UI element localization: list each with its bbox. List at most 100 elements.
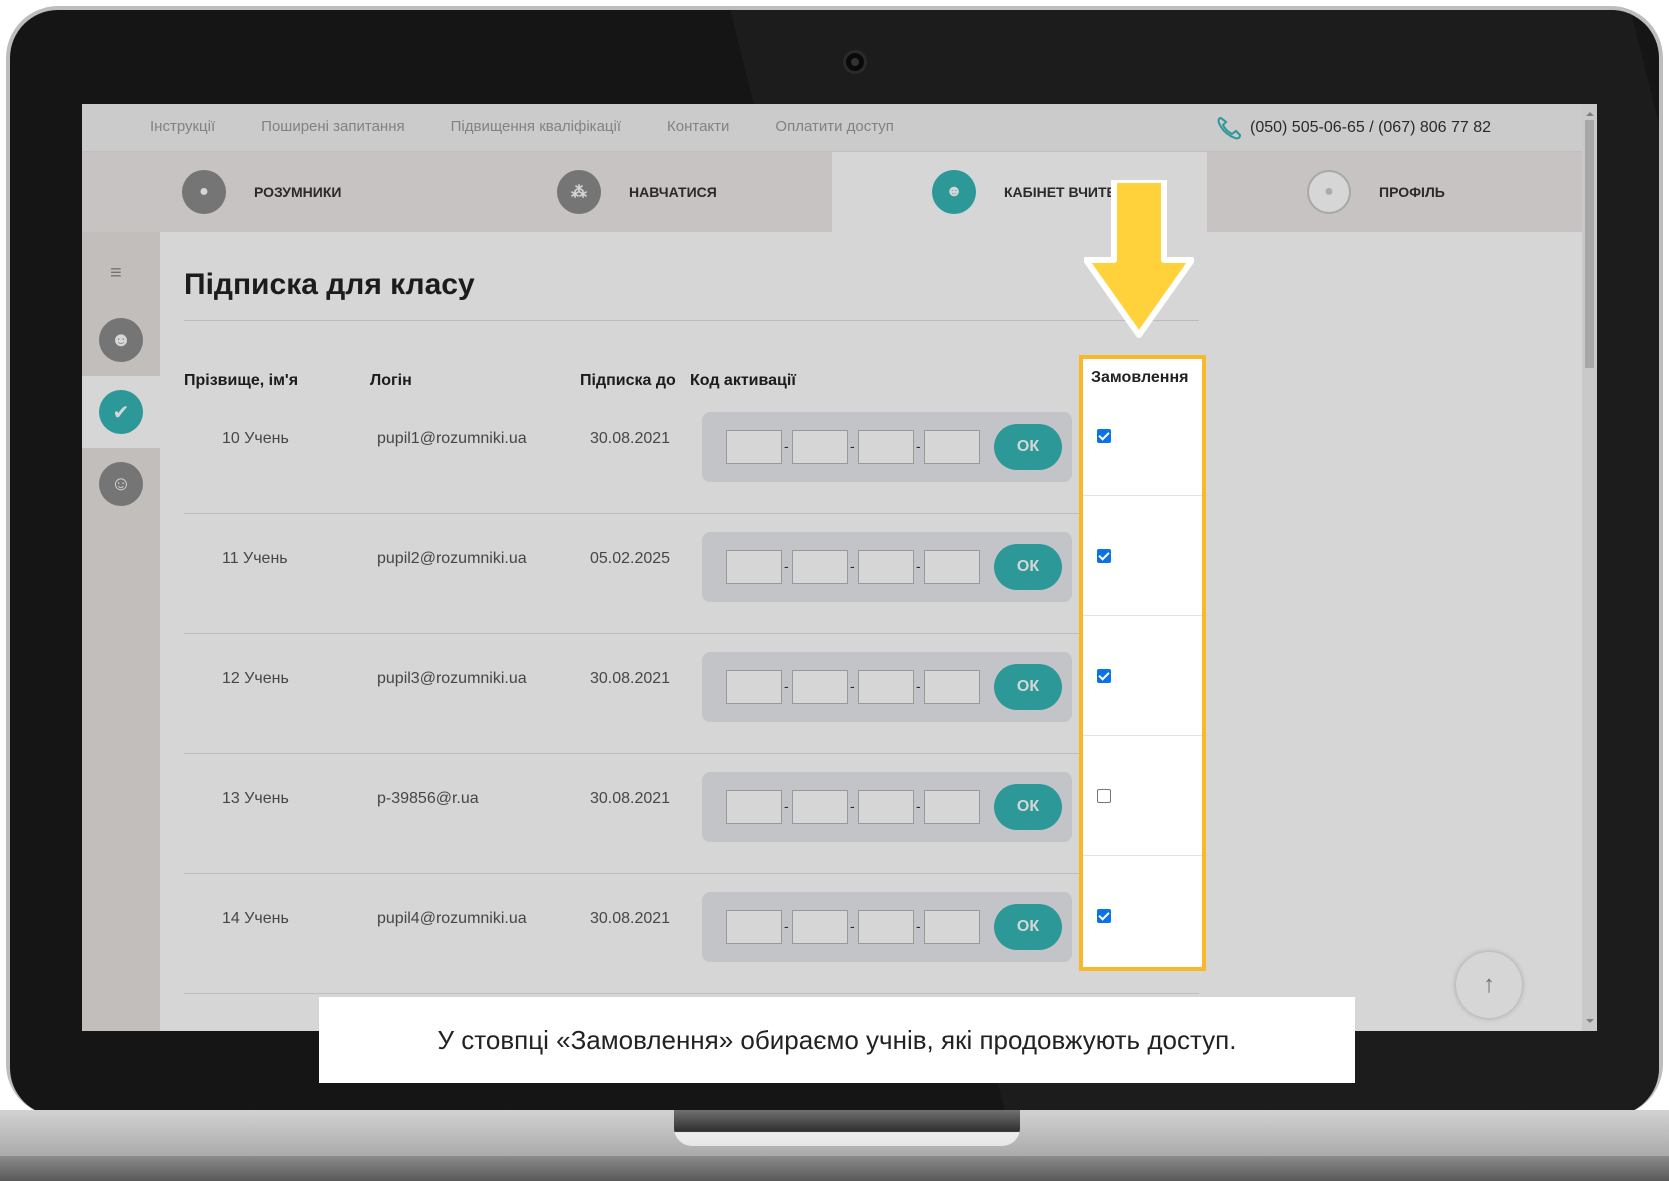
top-nav-link-faq[interactable]: Поширені запитання: [261, 118, 404, 135]
sidebar-item-teacher[interactable]: ☻: [82, 304, 160, 376]
code-field-4[interactable]: [924, 790, 980, 824]
top-nav-link-pay-access[interactable]: Оплатити доступ: [775, 118, 893, 135]
code-dash: -: [850, 678, 855, 694]
code-field-3[interactable]: [858, 910, 914, 944]
code-field-4[interactable]: [924, 670, 980, 704]
code-field-4[interactable]: [924, 430, 980, 464]
col-header-order: Замовлення: [1091, 369, 1189, 386]
activation-code-box: - - - ОК: [702, 892, 1072, 962]
code-dash: -: [916, 558, 921, 574]
avatar-icon: ●: [1307, 170, 1351, 214]
code-field-4[interactable]: [924, 910, 980, 944]
laptop-notch: [674, 1110, 1020, 1146]
code-dash: -: [916, 918, 921, 934]
owl-icon: ●: [182, 170, 226, 214]
sidebar-item-other[interactable]: ☺: [82, 448, 160, 520]
tab-rozumnyky[interactable]: ● РОЗУМНИКИ: [82, 152, 457, 232]
main-nav: ● РОЗУМНИКИ ⁂ НАВЧАТИСЯ ☻ КАБІНЕТ ВЧИТЕЛ…: [82, 152, 1582, 242]
order-checkbox[interactable]: [1097, 549, 1111, 563]
top-bar: Інструкції Поширені запитання Підвищення…: [82, 104, 1582, 152]
code-field-2[interactable]: [792, 790, 848, 824]
order-column-highlight: Замовлення: [1079, 355, 1206, 971]
arrow-down-icon: [1084, 180, 1194, 338]
code-field-3[interactable]: [858, 790, 914, 824]
hamburger-menu-icon[interactable]: ≡: [110, 262, 132, 285]
col-header-subscription: Підписка до: [580, 372, 676, 389]
code-field-3[interactable]: [858, 430, 914, 464]
student-login: p-39856@r.ua: [377, 790, 479, 807]
code-field-1[interactable]: [726, 430, 782, 464]
shapes-icon: ⁂: [557, 170, 601, 214]
tab-profile[interactable]: ● ПРОФІЛЬ: [1207, 152, 1582, 232]
code-field-1[interactable]: [726, 910, 782, 944]
code-field-2[interactable]: [792, 910, 848, 944]
main-content: Підписка для класу Прізвище, ім'я Логін …: [160, 232, 1582, 1031]
code-field-2[interactable]: [792, 430, 848, 464]
subscription-date: 05.02.2025: [590, 550, 671, 567]
code-dash: -: [784, 558, 789, 574]
activation-code-box: - - - ОК: [702, 772, 1072, 842]
row-divider: [1083, 735, 1202, 736]
student-login: pupil2@rozumniki.ua: [377, 550, 527, 567]
app-screen: Інструкції Поширені запитання Підвищення…: [82, 104, 1597, 1031]
title-divider: [184, 320, 1199, 321]
scrollbar[interactable]: [1582, 104, 1597, 1031]
order-checkbox[interactable]: [1097, 669, 1111, 683]
code-field-4[interactable]: [924, 550, 980, 584]
scroll-down-arrow-icon[interactable]: [1586, 1019, 1594, 1027]
sidebar: ≡ ☻ ✔ ☺: [82, 232, 160, 1031]
code-dash: -: [784, 678, 789, 694]
code-field-1[interactable]: [726, 790, 782, 824]
top-nav: Інструкції Поширені запитання Підвищення…: [150, 118, 894, 135]
code-field-2[interactable]: [792, 550, 848, 584]
order-checkbox[interactable]: [1097, 789, 1111, 803]
code-field-1[interactable]: [726, 550, 782, 584]
code-field-3[interactable]: [858, 670, 914, 704]
top-nav-link-qualification[interactable]: Підвищення кваліфікації: [451, 118, 621, 135]
phone-icon: [1217, 116, 1242, 140]
col-header-activation-code: Код активації: [690, 372, 796, 389]
teacher-icon: ☻: [932, 170, 976, 214]
activation-code-box: - - - ОК: [702, 412, 1072, 482]
student-name: 12 Учень: [222, 670, 289, 687]
subscription-date: 30.08.2021: [590, 910, 671, 927]
camera-icon: [843, 50, 867, 74]
student-name: 13 Учень: [222, 790, 289, 807]
col-header-name: Прізвище, ім'я: [184, 372, 299, 389]
ok-button[interactable]: ОК: [994, 424, 1062, 470]
code-dash: -: [850, 918, 855, 934]
code-field-1[interactable]: [726, 670, 782, 704]
scroll-top-button[interactable]: ↑: [1456, 952, 1522, 1018]
code-dash: -: [784, 438, 789, 454]
row-divider: [1083, 855, 1202, 856]
sidebar-item-subscription[interactable]: ✔: [82, 376, 160, 448]
subscription-date: 30.08.2021: [590, 430, 671, 447]
ok-button[interactable]: ОК: [994, 904, 1062, 950]
student-login: pupil4@rozumniki.ua: [377, 910, 527, 927]
phone-contact: (050) 505-06-65 / (067) 806 77 82: [1216, 116, 1491, 140]
top-nav-link-instructions[interactable]: Інструкції: [150, 118, 215, 135]
stage: Інструкції Поширені запитання Підвищення…: [0, 0, 1669, 1181]
top-nav-link-contacts[interactable]: Контакти: [667, 118, 729, 135]
activation-code-box: - - - ОК: [702, 652, 1072, 722]
student-login: pupil3@rozumniki.ua: [377, 670, 527, 687]
order-checkbox[interactable]: [1097, 909, 1111, 923]
tab-learn-label: НАВЧАТИСЯ: [629, 184, 717, 200]
scroll-thumb[interactable]: [1585, 120, 1594, 368]
smile-icon: ☺: [99, 462, 143, 506]
code-dash: -: [850, 798, 855, 814]
student-login: pupil1@rozumniki.ua: [377, 430, 527, 447]
code-field-2[interactable]: [792, 670, 848, 704]
laptop-base-edge: [0, 1156, 1669, 1181]
order-checkbox[interactable]: [1097, 429, 1111, 443]
subscription-date: 30.08.2021: [590, 670, 671, 687]
ok-button[interactable]: ОК: [994, 784, 1062, 830]
ok-button[interactable]: ОК: [994, 544, 1062, 590]
tab-learn[interactable]: ⁂ НАВЧАТИСЯ: [457, 152, 832, 232]
col-header-login: Логін: [370, 372, 412, 389]
caption: У стовпці «Замовлення» обираємо учнів, я…: [319, 997, 1355, 1083]
code-field-3[interactable]: [858, 550, 914, 584]
code-dash: -: [916, 438, 921, 454]
scroll-up-arrow-icon[interactable]: [1586, 108, 1594, 116]
ok-button[interactable]: ОК: [994, 664, 1062, 710]
